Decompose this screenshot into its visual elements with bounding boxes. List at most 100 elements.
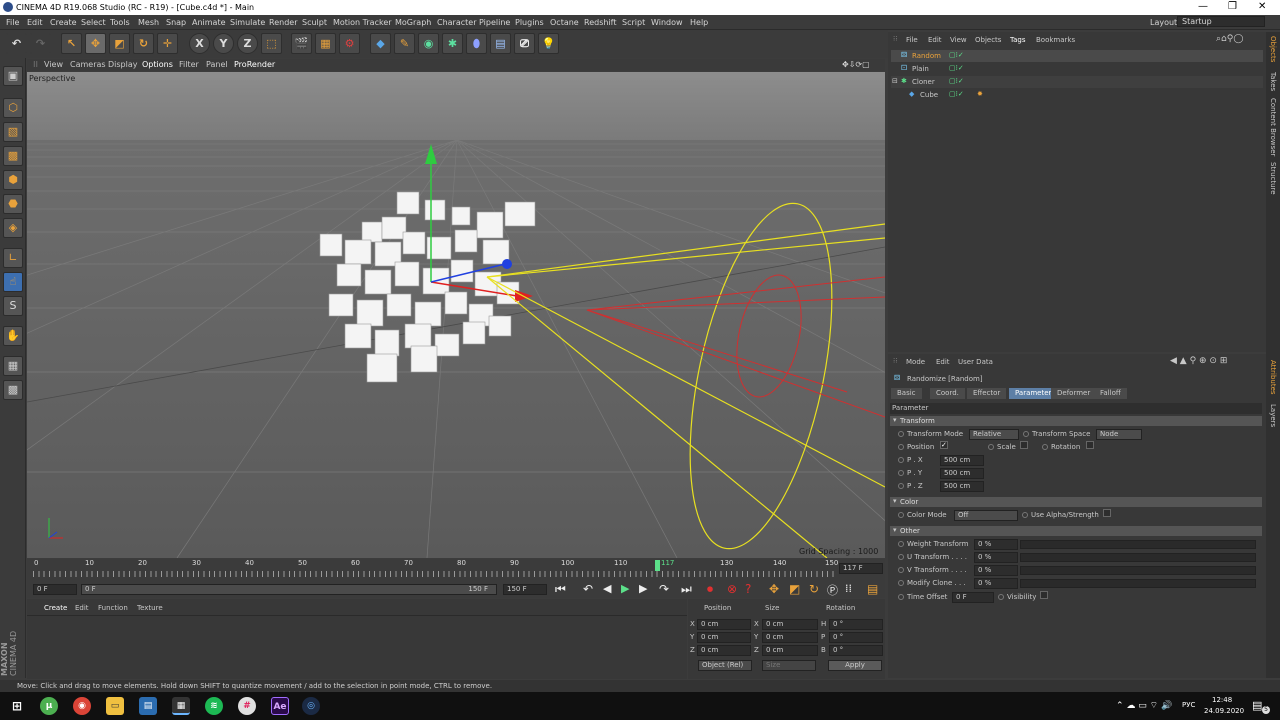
live-selection-icon[interactable]: ↖ <box>61 33 82 54</box>
tweak-mode-icon[interactable]: ☝ <box>3 272 23 292</box>
section-other[interactable]: Other <box>890 526 1262 536</box>
scale-tool-icon[interactable]: ◩ <box>109 33 130 54</box>
material-menu-create[interactable]: Create <box>44 604 67 612</box>
menu-render[interactable]: Render <box>269 18 297 27</box>
tab-basic[interactable]: Basic <box>891 388 922 399</box>
visibility-enabled-icon[interactable]: ▢⁞✓ <box>949 51 964 59</box>
menu-sculpt[interactable]: Sculpt <box>302 18 327 27</box>
move-tool-icon[interactable]: ✥ <box>85 33 106 54</box>
expand-icon[interactable]: ▾ <box>893 416 897 424</box>
menu-file[interactable]: File <box>6 18 19 27</box>
rotation-checkbox[interactable] <box>1086 441 1094 449</box>
visibility-checkbox[interactable] <box>1040 591 1048 599</box>
visibility-enabled-icon[interactable]: ▢⁞✓ <box>949 90 964 98</box>
start-frame-field[interactable]: 0 F <box>33 584 77 595</box>
c4d-app-icon[interactable]: ◎ <box>302 697 320 715</box>
scale-checkbox[interactable] <box>1020 441 1028 449</box>
playhead[interactable] <box>655 560 660 571</box>
solo-icon[interactable]: ✋ <box>3 326 23 346</box>
rotate-tool-icon[interactable]: ↻ <box>133 33 154 54</box>
size-y-field[interactable]: 0 cm <box>762 632 818 643</box>
undo-icon[interactable]: ↶ <box>6 33 27 54</box>
menu-window[interactable]: Window <box>651 18 683 27</box>
menu-create[interactable]: Create <box>50 18 77 27</box>
weight-transform-field[interactable]: 0 % <box>974 539 1018 550</box>
windows-start-icon[interactable]: ⊞ <box>8 697 26 715</box>
polygons-mode-icon[interactable]: ◈ <box>3 218 23 238</box>
tray-icons[interactable]: ⌃ ☁ ▭ ⌔ 🔊 <box>1116 700 1172 711</box>
z-axis-handle[interactable] <box>502 259 512 269</box>
material-menu-edit[interactable]: Edit <box>75 604 89 612</box>
u-transform-slider[interactable] <box>1020 553 1256 562</box>
store-icon[interactable]: ▤ <box>139 697 157 715</box>
preview-range-slider[interactable]: 0 F 150 F <box>81 584 497 595</box>
tab-coord[interactable]: Coord. <box>930 388 965 399</box>
input-language[interactable]: РУС <box>1182 701 1195 709</box>
om-menu-file[interactable]: File <box>906 36 918 44</box>
spotify-icon[interactable]: ≋ <box>205 697 223 715</box>
modify-clone-slider[interactable] <box>1020 579 1256 588</box>
section-color[interactable]: Color <box>890 497 1262 507</box>
rotation-h-field[interactable]: 0 ° <box>829 619 883 630</box>
floor-scene-icon[interactable]: ▤ <box>490 33 511 54</box>
menu-mesh[interactable]: Mesh <box>138 18 159 27</box>
side-tab-takes[interactable]: Takes <box>1269 72 1277 91</box>
position-x-field[interactable]: 0 cm <box>697 619 751 630</box>
texture-mode-icon[interactable]: ▧ <box>3 122 23 142</box>
menu-edit[interactable]: Edit <box>27 18 43 27</box>
om-menu-bookmarks[interactable]: Bookmarks <box>1036 36 1075 44</box>
axis-mode-icon[interactable]: ∟ <box>3 248 23 268</box>
apply-button[interactable]: Apply <box>828 660 882 671</box>
viewport-menu-icon[interactable]: ⁝⁝ <box>33 60 38 69</box>
notification-icon[interactable]: ▤ <box>1252 699 1262 712</box>
v-transform-field[interactable]: 0 % <box>974 565 1018 576</box>
om-menu-edit[interactable]: Edit <box>928 36 942 44</box>
am-menu-edit[interactable]: Edit <box>936 358 950 366</box>
transform-space-select[interactable]: Node <box>1096 429 1142 440</box>
redo-icon[interactable]: ↷ <box>30 33 51 54</box>
close-icon[interactable]: ✕ <box>1258 1 1266 12</box>
viewport-navigation-icons[interactable]: ✥⇩⟳▢ <box>842 60 870 69</box>
viewport-menu-view[interactable]: View <box>44 60 63 69</box>
side-tab-objects[interactable]: Objects <box>1269 36 1277 62</box>
modify-clone-field[interactable]: 0 % <box>974 578 1018 589</box>
expand-icon[interactable]: ▾ <box>893 497 897 505</box>
render-view-icon[interactable]: 🎬 <box>291 33 312 54</box>
current-frame-field[interactable]: 117 F <box>839 563 883 574</box>
deformer-icon[interactable]: ⬮ <box>466 33 487 54</box>
coordinate-system-icon[interactable]: ⬚ <box>261 33 282 54</box>
key-position-icon[interactable]: ✥ <box>769 582 779 596</box>
clock-time[interactable]: 12:48 <box>1212 696 1232 704</box>
rotation-b-field[interactable]: 0 ° <box>829 645 883 656</box>
layout-select[interactable]: Startup <box>1177 16 1265 27</box>
minimize-icon[interactable]: — <box>1198 1 1208 12</box>
am-menu-user-data[interactable]: User Data <box>958 358 993 366</box>
workplane-lock-icon[interactable]: ▦ <box>3 356 23 376</box>
section-transform[interactable]: Transform <box>890 416 1262 426</box>
side-tab-attributes[interactable]: Attributes <box>1269 360 1277 395</box>
x-axis-lock-button[interactable]: X <box>189 33 210 54</box>
render-settings-icon[interactable]: ⚙ <box>339 33 360 54</box>
slack-icon[interactable]: # <box>238 697 256 715</box>
visibility-enabled-icon[interactable]: ▢⁞✓ <box>949 64 964 72</box>
tab-deformer[interactable]: Deformer <box>1051 388 1097 399</box>
pen-spline-icon[interactable]: ✎ <box>394 33 415 54</box>
object-name[interactable]: Plain <box>912 65 929 73</box>
menu-snap[interactable]: Snap <box>166 18 186 27</box>
snap-icon[interactable]: S <box>3 296 23 316</box>
end-frame-field[interactable]: 150 F <box>503 584 547 595</box>
viewport-menu-filter[interactable]: Filter <box>179 60 199 69</box>
key-rotation-icon[interactable]: ↻ <box>809 582 819 596</box>
cinema4d-taskbar-icon[interactable]: ▦ <box>172 697 190 715</box>
timeline-ruler[interactable]: 0 10 20 30 40 50 60 70 80 90 100 110 117… <box>27 559 885 581</box>
weight-transform-slider[interactable] <box>1020 540 1256 549</box>
menu-mograph[interactable]: MoGraph <box>395 18 431 27</box>
side-tab-content-browser[interactable]: Content Browser <box>1269 98 1277 156</box>
tab-falloff[interactable]: Falloff <box>1094 388 1127 399</box>
menu-tools[interactable]: Tools <box>110 18 130 27</box>
render-picture-viewer-icon[interactable]: ▦ <box>315 33 336 54</box>
maximize-icon[interactable]: ❐ <box>1228 1 1237 12</box>
file-explorer-icon[interactable]: ▭ <box>106 697 124 715</box>
position-y-field[interactable]: 0 cm <box>697 632 751 643</box>
object-name[interactable]: Random <box>912 52 941 60</box>
